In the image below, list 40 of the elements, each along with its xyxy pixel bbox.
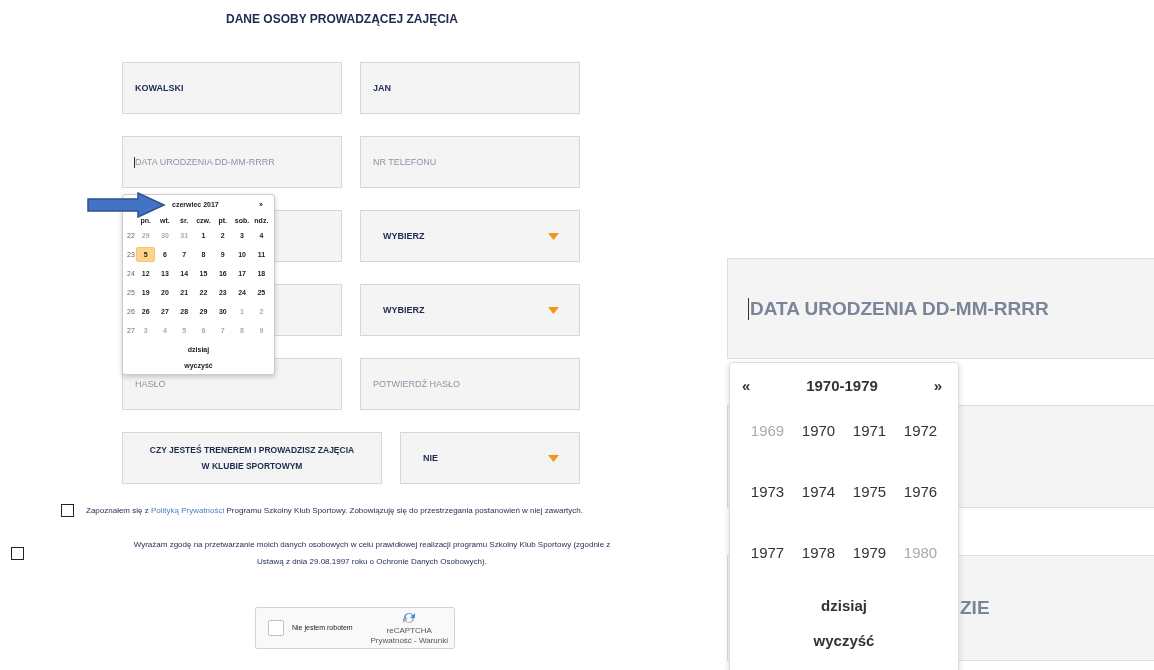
dropdown-triangle-icon bbox=[548, 306, 559, 314]
select-dropdown[interactable]: NIE bbox=[400, 432, 580, 484]
decade-label: 1970-1979 bbox=[806, 377, 878, 394]
select-dropdown[interactable]: WYBIERZ bbox=[360, 284, 580, 336]
consent-text: Wyrażam zgodę na przetwarzanie moich danych osobowych w celu prawidłowej realizacji programu Szkolny Klub Sportowy (zgodnie z Ustawą z dnia 29.08.1997 roku o Ochronie Danych Osobowych). bbox=[132, 539, 612, 568]
text-field[interactable]: NR TELEFONU bbox=[360, 136, 580, 188]
year-option[interactable]: 1975 bbox=[844, 483, 895, 500]
year-option[interactable]: 1976 bbox=[895, 483, 946, 500]
year-option[interactable]: 1979 bbox=[844, 544, 895, 561]
field-label: ZIE bbox=[960, 597, 990, 619]
year-option[interactable]: 1978 bbox=[793, 544, 844, 561]
consent-text: Zapoznałem się z Polityką Prywatności Programu Szkolny Klub Sportowy. Zobowiązuję się do przestrzegania postanowień w niej zawartych. bbox=[86, 506, 583, 515]
captcha-terms: Prywatność - Warunki bbox=[370, 635, 448, 645]
year-option[interactable]: 1972 bbox=[895, 422, 946, 439]
next-decade-button[interactable]: » bbox=[933, 377, 942, 394]
birth-date-field[interactable]: DATA URODZENIA DD-MM-RRRR bbox=[727, 258, 1154, 359]
year-option[interactable]: 1973 bbox=[742, 483, 793, 500]
year-option[interactable]: 1977 bbox=[742, 544, 793, 561]
year-option[interactable]: 1970 bbox=[793, 422, 844, 439]
dropdown-triangle-icon bbox=[548, 232, 559, 240]
captcha-brand: reCAPTCHA bbox=[386, 625, 432, 635]
year-option[interactable]: 1974 bbox=[793, 483, 844, 500]
today-button[interactable]: dzisiaj bbox=[821, 597, 867, 614]
dropdown-triangle-icon bbox=[548, 454, 559, 462]
select-dropdown[interactable]: WYBIERZ bbox=[360, 210, 580, 262]
clear-button[interactable]: wyczyść bbox=[813, 632, 875, 649]
text-field[interactable]: JAN bbox=[360, 62, 580, 114]
checkbox[interactable] bbox=[11, 547, 24, 561]
year-option[interactable]: 1971 bbox=[844, 422, 895, 439]
checkbox[interactable] bbox=[61, 504, 74, 517]
pointer-arrow-icon bbox=[87, 192, 167, 218]
text-field[interactable]: KOWALSKI bbox=[122, 62, 342, 114]
text-field[interactable]: POTWIERDŹ HASŁO bbox=[360, 358, 580, 410]
captcha-checkbox[interactable] bbox=[268, 619, 284, 636]
section-title: DANE OSOBY PROWADZĄCEJ ZAJĘCIA bbox=[226, 12, 458, 26]
recaptcha-logo-icon bbox=[401, 610, 418, 625]
previous-decade-button[interactable]: « bbox=[742, 377, 751, 394]
privacy-policy-link[interactable]: Polityką Prywatności bbox=[150, 506, 225, 515]
text-field[interactable]: DATA URODZENIA DD-MM-RRRR bbox=[122, 136, 342, 188]
question-label: CZY JESTEŚ TRENEREM I PROWADZISZ ZAJĘCIA W KLUBIE SPORTOWYM bbox=[122, 432, 382, 484]
